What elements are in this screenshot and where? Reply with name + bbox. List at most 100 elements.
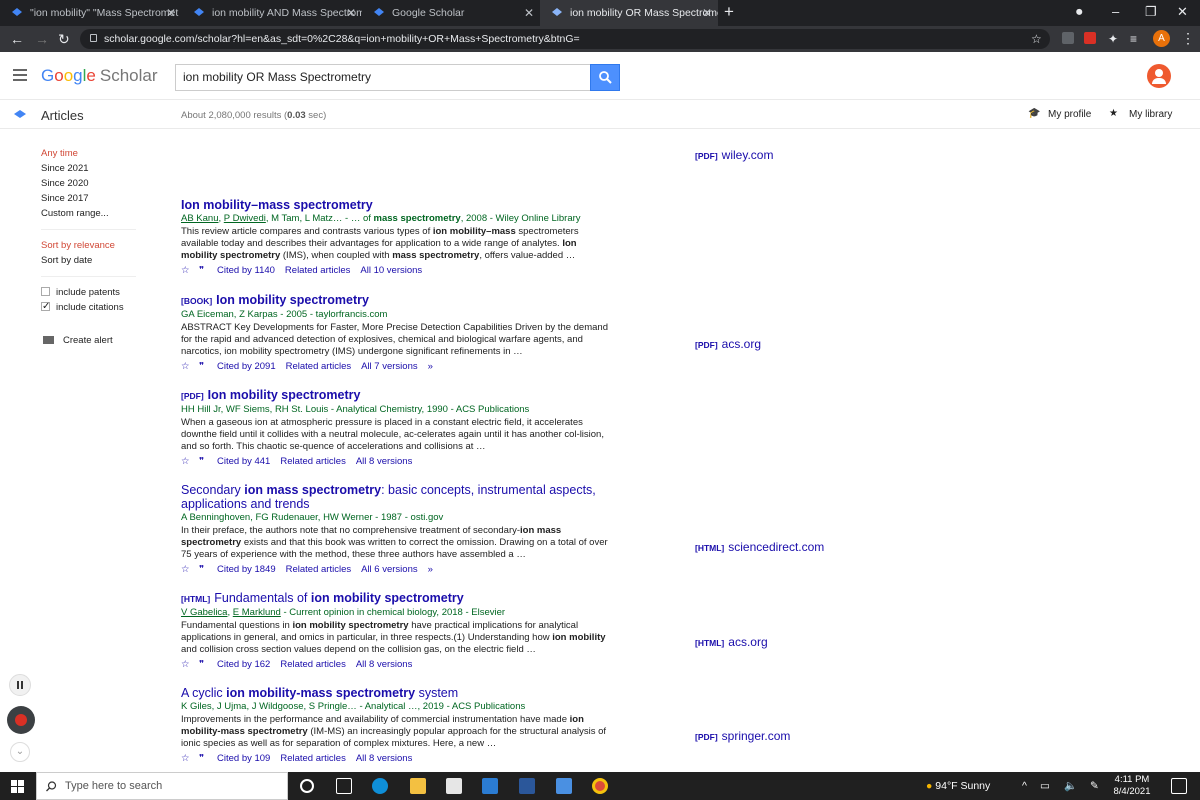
outlook-icon[interactable]	[556, 778, 572, 794]
browser-menu-icon[interactable]: ⋮	[1181, 28, 1195, 48]
extension-icon[interactable]	[1062, 32, 1074, 44]
chrome-icon[interactable]	[592, 778, 608, 794]
full-text-link[interactable]: [PDF] wiley.com	[695, 148, 773, 162]
recorder-pause-button[interactable]	[9, 674, 31, 696]
store-icon[interactable]	[446, 778, 462, 794]
forward-arrow-icon[interactable]: →	[35, 26, 49, 52]
full-text-link[interactable]: [PDF] springer.com	[695, 729, 790, 743]
mail-icon[interactable]	[482, 778, 498, 794]
full-text-link[interactable]: [HTML] sciencedirect.com	[695, 540, 824, 554]
related-articles-link[interactable]: Related articles	[280, 753, 345, 764]
more-options-icon[interactable]: »	[428, 564, 433, 575]
save-star-icon[interactable]: ☆	[181, 753, 193, 765]
include-patents-option[interactable]: include patents	[41, 285, 151, 300]
battery-icon[interactable]: ▭	[1040, 772, 1050, 800]
result-title-link[interactable]: Ion mobility–mass spectrometry	[181, 198, 611, 212]
all-versions-link[interactable]: All 8 versions	[356, 753, 413, 764]
close-tab-icon[interactable]: ✕	[524, 0, 534, 26]
edge-icon[interactable]	[372, 778, 388, 794]
cite-quote-icon[interactable]: ❞	[199, 265, 211, 277]
result-title-link[interactable]: [PDF] Ion mobility spectrometry	[181, 388, 611, 403]
cite-quote-icon[interactable]: ❞	[199, 659, 211, 671]
close-window-icon[interactable]: ✕	[1177, 0, 1188, 24]
notification-center-icon[interactable]	[1171, 778, 1187, 794]
filter-any-time[interactable]: Any time	[41, 146, 151, 161]
volume-icon[interactable]: 🔈	[1064, 772, 1077, 800]
cited-by-link[interactable]: Cited by 441	[217, 456, 270, 467]
cite-quote-icon[interactable]: ❞	[199, 456, 211, 468]
browser-tab-3[interactable]: Google Scholar ✕	[362, 0, 540, 26]
include-patents-checkbox[interactable]	[41, 287, 50, 296]
reload-icon[interactable]: ↻	[58, 26, 70, 52]
save-star-icon[interactable]: ☆	[181, 564, 193, 576]
all-versions-link[interactable]: All 10 versions	[360, 265, 422, 276]
filter-custom-range[interactable]: Custom range...	[41, 206, 151, 221]
browser-tab-1[interactable]: "ion mobility" "Mass Spectromet ✕	[0, 0, 182, 26]
result-title-link[interactable]: Secondary ion mass spectrometry: basic c…	[181, 483, 611, 511]
taskbar-clock[interactable]: 4:11 PM 8/4/2021	[1110, 774, 1154, 798]
result-title-link[interactable]: [HTML] Fundamentals of ion mobility spect…	[181, 591, 611, 606]
close-tab-icon[interactable]: ✕	[702, 0, 712, 26]
windows-start-icon[interactable]	[11, 780, 24, 793]
close-tab-icon[interactable]: ✕	[166, 0, 176, 26]
google-scholar-logo[interactable]: Google Scholar	[41, 66, 158, 86]
related-articles-link[interactable]: Related articles	[285, 265, 350, 276]
word-icon[interactable]	[519, 778, 535, 794]
related-articles-link[interactable]: Related articles	[280, 659, 345, 670]
recorder-stop-button[interactable]	[7, 706, 35, 734]
cited-by-link[interactable]: Cited by 162	[217, 659, 270, 670]
browser-tab-4-active[interactable]: ion mobility OR Mass Spectrome ✕	[540, 0, 718, 26]
minimize-icon[interactable]: –	[1112, 0, 1119, 24]
browser-profile-avatar[interactable]: A	[1153, 30, 1170, 47]
task-view-icon[interactable]	[336, 778, 352, 794]
cited-by-link[interactable]: Cited by 1140	[217, 265, 275, 276]
full-text-link[interactable]: [PDF] acs.org	[695, 337, 761, 351]
cited-by-link[interactable]: Cited by 1849	[217, 564, 276, 575]
save-star-icon[interactable]: ☆	[181, 659, 193, 671]
related-articles-link[interactable]: Related articles	[286, 564, 351, 575]
new-tab-icon[interactable]: +	[724, 2, 734, 22]
all-versions-link[interactable]: All 8 versions	[356, 659, 413, 670]
bookmark-star-icon[interactable]: ☆	[1031, 26, 1042, 52]
file-explorer-icon[interactable]	[410, 778, 426, 794]
pen-icon[interactable]: ✎	[1090, 772, 1099, 800]
include-citations-checkbox[interactable]	[41, 299, 50, 314]
tray-chevron-icon[interactable]: ^	[1022, 772, 1027, 800]
hamburger-menu-icon[interactable]	[13, 69, 27, 84]
result-title-link[interactable]: [BOOK] Ion mobility spectrometry	[181, 293, 611, 308]
cite-quote-icon[interactable]: ❞	[199, 753, 211, 765]
cited-by-link[interactable]: Cited by 109	[217, 753, 270, 764]
weather-widget[interactable]: ● 94°F Sunny	[926, 772, 990, 800]
cited-by-link[interactable]: Cited by 2091	[217, 361, 276, 372]
taskbar-search-box[interactable]: Type here to search	[36, 772, 288, 800]
full-text-link[interactable]: [HTML] acs.org	[695, 635, 768, 649]
extension-icon[interactable]	[1084, 32, 1096, 44]
back-arrow-icon[interactable]: ←	[10, 26, 24, 52]
save-star-icon[interactable]: ☆	[181, 456, 193, 468]
account-avatar[interactable]	[1147, 64, 1171, 88]
media-control-icon[interactable]: ⏺	[1076, 0, 1083, 24]
result-title-link[interactable]: A cyclic ion mobility-mass spectrometry …	[181, 686, 611, 700]
close-tab-icon[interactable]: ✕	[346, 0, 356, 26]
related-articles-link[interactable]: Related articles	[280, 456, 345, 467]
search-input[interactable]: ion mobility OR Mass Spectrometry	[175, 64, 591, 91]
more-options-icon[interactable]: »	[428, 361, 433, 372]
save-star-icon[interactable]: ☆	[181, 361, 193, 373]
search-button[interactable]	[590, 64, 620, 91]
save-star-icon[interactable]: ☆	[181, 265, 193, 277]
my-library-link[interactable]: ★ My library	[1109, 108, 1172, 120]
address-bar[interactable]: scholar.google.com/scholar?hl=en&as_sdt=…	[80, 29, 1050, 49]
include-citations-option[interactable]: include citations	[41, 299, 151, 315]
related-articles-link[interactable]: Related articles	[286, 361, 351, 372]
cortana-icon[interactable]	[300, 779, 314, 793]
all-versions-link[interactable]: All 6 versions	[361, 564, 418, 575]
recorder-collapse-icon[interactable]: ⌄	[10, 742, 30, 762]
filter-since-2017[interactable]: Since 2017	[41, 191, 151, 206]
sort-by-date[interactable]: Sort by date	[41, 253, 151, 268]
cite-quote-icon[interactable]: ❞	[199, 361, 211, 373]
cite-quote-icon[interactable]: ❞	[199, 564, 211, 576]
reading-list-icon[interactable]: ≡	[1130, 26, 1137, 52]
sort-by-relevance[interactable]: Sort by relevance	[41, 238, 151, 253]
filter-since-2020[interactable]: Since 2020	[41, 176, 151, 191]
filter-since-2021[interactable]: Since 2021	[41, 161, 151, 176]
